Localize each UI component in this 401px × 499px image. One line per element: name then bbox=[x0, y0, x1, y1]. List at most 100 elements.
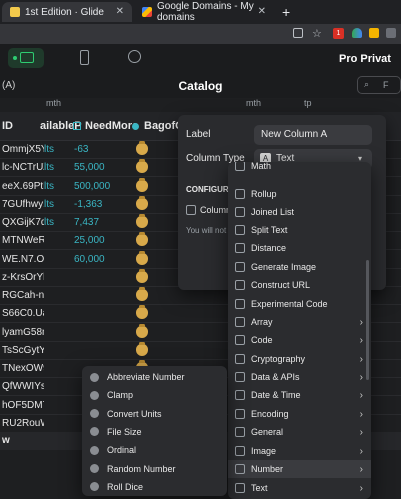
extension-icon[interactable] bbox=[369, 28, 379, 38]
cell-available[interactable] bbox=[44, 414, 70, 432]
cell-available[interactable] bbox=[44, 323, 70, 341]
menu-item-construct-url[interactable]: Construct URL bbox=[228, 276, 371, 294]
cell-id[interactable]: OmmjX5YzL bbox=[2, 140, 44, 158]
label-field[interactable]: New Column A bbox=[254, 125, 372, 145]
cell-bagofgo[interactable] bbox=[136, 140, 176, 158]
cell-id[interactable]: MTNWeR66 bbox=[2, 231, 44, 249]
cell-id[interactable]: QfWWIYsn2 bbox=[2, 377, 44, 395]
cell-needmore[interactable] bbox=[74, 286, 128, 304]
menu-item-experimental-code[interactable]: Experimental Code bbox=[228, 295, 371, 313]
layout-icon[interactable] bbox=[80, 50, 89, 65]
cell-id[interactable]: QXGijK7qk2 bbox=[2, 213, 44, 231]
cell-id[interactable]: TNexOW9q bbox=[2, 359, 44, 377]
cell-available[interactable]: lts bbox=[44, 140, 70, 158]
cell-needmore[interactable]: 7,437 bbox=[74, 213, 128, 231]
menu-item-code[interactable]: Code › bbox=[228, 331, 371, 349]
menu-item-image[interactable]: Image › bbox=[228, 442, 371, 460]
submenu-item-file-size[interactable]: File Size bbox=[82, 423, 227, 441]
cell-available[interactable] bbox=[44, 377, 70, 395]
cell-available[interactable]: lts bbox=[44, 177, 70, 195]
close-tab-icon[interactable]: ✕ bbox=[116, 6, 124, 17]
column-header-needmore[interactable]: NeedMore bbox=[73, 112, 138, 140]
cell-id[interactable]: lyamG58mY bbox=[2, 323, 44, 341]
submenu-item-clamp[interactable]: Clamp bbox=[82, 386, 227, 404]
cell-needmore[interactable]: -1,363 bbox=[74, 195, 128, 213]
puzzle-icon[interactable] bbox=[386, 28, 396, 38]
cell-id[interactable]: TsScGytYY5 bbox=[2, 341, 44, 359]
cell-id[interactable]: lc-NCTrUZ2 bbox=[2, 158, 44, 176]
column-checkbox[interactable] bbox=[186, 205, 196, 215]
menu-item-data-apis[interactable]: Data & APIs › bbox=[228, 368, 371, 386]
cell-bagofgo[interactable] bbox=[136, 250, 176, 268]
cell-bagofgo[interactable] bbox=[136, 268, 176, 286]
cell-bagofgo[interactable] bbox=[136, 341, 176, 359]
cell-needmore[interactable] bbox=[74, 323, 128, 341]
submenu-item-random-number[interactable]: Random Number bbox=[82, 460, 227, 478]
menu-item-date-time[interactable]: Date & Time › bbox=[228, 386, 371, 404]
cell-id[interactable]: hOF5DM7P bbox=[2, 396, 44, 414]
cell-id[interactable]: WE.N7.OZk bbox=[2, 250, 44, 268]
search-input[interactable]: ⌕ F bbox=[357, 76, 401, 94]
menu-item-general[interactable]: General › bbox=[228, 423, 371, 441]
browser-tab-glide[interactable]: 1st Edition · Glide ✕ bbox=[2, 2, 132, 22]
settings-icon[interactable] bbox=[128, 50, 141, 63]
cell-available[interactable] bbox=[44, 396, 70, 414]
submenu-item-abbreviate-number[interactable]: Abbreviate Number bbox=[82, 368, 227, 386]
cell-bagofgo[interactable] bbox=[136, 195, 176, 213]
cell-bagofgo[interactable] bbox=[136, 286, 176, 304]
cell-available[interactable] bbox=[44, 268, 70, 286]
cell-available[interactable] bbox=[44, 359, 70, 377]
cell-id[interactable]: RGCah-nibB bbox=[2, 286, 44, 304]
cell-bagofgo[interactable] bbox=[136, 323, 176, 341]
submenu-item-roll-dice[interactable]: Roll Dice bbox=[82, 478, 227, 496]
cell-id[interactable]: z-KrsOrYlw bbox=[2, 268, 44, 286]
extension-badge-icon[interactable]: 1 bbox=[333, 28, 344, 39]
cell-needmore[interactable] bbox=[74, 268, 128, 286]
column-header-id[interactable]: ID bbox=[2, 112, 13, 140]
cell-bagofgo[interactable] bbox=[136, 213, 176, 231]
menu-item-encoding[interactable]: Encoding › bbox=[228, 405, 371, 423]
menu-item-array[interactable]: Array › bbox=[228, 313, 371, 331]
cell-bagofgo[interactable] bbox=[136, 158, 176, 176]
data-editor-button[interactable] bbox=[8, 48, 44, 68]
menu-item-joined-list[interactable]: Joined List bbox=[228, 203, 371, 221]
cell-available[interactable]: lts bbox=[44, 213, 70, 231]
cell-available[interactable]: lts bbox=[44, 158, 70, 176]
submenu-item-convert-units[interactable]: Convert Units bbox=[82, 405, 227, 423]
cell-needmore[interactable]: -63 bbox=[74, 140, 128, 158]
cell-needmore[interactable]: 60,000 bbox=[74, 250, 128, 268]
cell-id[interactable]: RU2RouWJx bbox=[2, 414, 44, 432]
heart-extension-icon[interactable] bbox=[352, 28, 362, 38]
menu-item-math[interactable]: Math bbox=[228, 162, 371, 175]
share-icon[interactable] bbox=[293, 28, 303, 38]
cell-bagofgo[interactable] bbox=[136, 231, 176, 249]
menu-item-distance[interactable]: Distance bbox=[228, 239, 371, 257]
cell-available[interactable] bbox=[44, 304, 70, 322]
close-tab-icon[interactable]: ✕ bbox=[258, 6, 266, 17]
cell-bagofgo[interactable] bbox=[136, 304, 176, 322]
menu-item-cryptography[interactable]: Cryptography › bbox=[228, 350, 371, 368]
menu-item-rollup[interactable]: Rollup bbox=[228, 185, 371, 203]
cell-available[interactable] bbox=[44, 341, 70, 359]
menu-item-split-text[interactable]: Split Text bbox=[228, 221, 371, 239]
cell-available[interactable] bbox=[44, 250, 70, 268]
cell-needmore[interactable]: 500,000 bbox=[74, 177, 128, 195]
account-label[interactable]: Pro Privat bbox=[339, 53, 391, 65]
cell-id[interactable]: S66C0.UaVt bbox=[2, 304, 44, 322]
cell-id[interactable]: 7GUfhwy1Jl bbox=[2, 195, 44, 213]
menu-item-number[interactable]: Number › bbox=[228, 460, 371, 478]
cell-needmore[interactable] bbox=[74, 304, 128, 322]
browser-tab-google-domains[interactable]: Google Domains - My domains ✕ bbox=[134, 1, 274, 23]
cell-needmore[interactable]: 55,000 bbox=[74, 158, 128, 176]
new-tab-icon[interactable]: + bbox=[282, 4, 290, 20]
cell-needmore[interactable] bbox=[74, 341, 128, 359]
cell-bagofgo[interactable] bbox=[136, 177, 176, 195]
menu-item-generate-image[interactable]: Generate Image bbox=[228, 258, 371, 276]
menu-scrollbar[interactable] bbox=[366, 260, 369, 380]
submenu-item-ordinal[interactable]: Ordinal bbox=[82, 441, 227, 459]
star-icon[interactable]: ☆ bbox=[312, 27, 322, 40]
cell-available[interactable] bbox=[44, 231, 70, 249]
menu-item-text[interactable]: Text › bbox=[228, 479, 371, 497]
cell-id[interactable]: eeX.69PtFS bbox=[2, 177, 44, 195]
cell-available[interactable]: lts bbox=[44, 195, 70, 213]
